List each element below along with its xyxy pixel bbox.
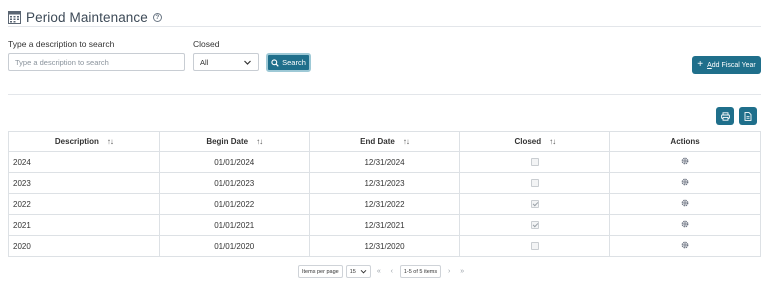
column-header-label: Begin Date — [206, 137, 249, 146]
cell-begin-date: 01/01/2023 — [158, 172, 310, 194]
plus-icon: + — [697, 59, 704, 70]
cell-closed — [459, 151, 611, 173]
cell-begin-date: 01/01/2024 — [158, 151, 310, 173]
closed-checkbox-checked — [530, 200, 539, 209]
column-header-closed[interactable]: Closed ↑↓ — [459, 131, 611, 152]
closed-checkbox — [530, 179, 539, 188]
column-header-label: Description — [54, 137, 99, 146]
print-icon — [720, 111, 730, 121]
cell-closed — [459, 235, 611, 257]
cell-actions — [609, 235, 761, 257]
closed-select[interactable]: All — [193, 53, 259, 71]
closed-checkbox — [530, 242, 539, 251]
export-icon — [744, 111, 752, 121]
page-header: Period Maintenance ? — [8, 7, 162, 27]
cell-description: 2024 — [8, 151, 160, 173]
column-header-description[interactable]: Description ↑↓ — [8, 131, 160, 152]
chevron-down-icon — [244, 60, 251, 65]
gear-icon[interactable] — [681, 157, 689, 165]
header-divider — [8, 26, 761, 27]
chevron-down-icon — [360, 269, 367, 274]
cell-actions — [609, 193, 761, 215]
prev-page-icon[interactable]: ‹ — [387, 265, 397, 278]
cell-end-date: 12/31/2022 — [308, 193, 461, 215]
cell-closed — [459, 193, 611, 215]
pager: Items per page 15 « ‹ 1-5 of 5 items › » — [298, 265, 467, 278]
table-row: 2022 01/01/2022 12/31/2022 — [8, 193, 761, 215]
column-header-begin-date[interactable]: Begin Date ↑↓ — [158, 131, 310, 152]
closed-checkbox-checked — [530, 221, 539, 230]
column-header-label: End Date — [360, 137, 395, 146]
periods-table: Description ↑↓ Begin Date ↑↓ End Date ↑↓ Cl… — [8, 131, 761, 257]
help-icon[interactable]: ? — [152, 12, 162, 22]
sort-icon[interactable]: ↑↓ — [107, 137, 114, 146]
search-input[interactable] — [8, 53, 185, 71]
items-per-page-value: 15 — [349, 268, 356, 275]
gear-icon[interactable] — [681, 220, 689, 228]
cell-description: 2022 — [8, 193, 160, 215]
table-row: 2020 01/01/2020 12/31/2020 — [8, 235, 761, 257]
page-title: Period Maintenance — [26, 9, 148, 25]
column-header-actions: Actions — [609, 131, 761, 152]
cell-description: 2021 — [8, 214, 160, 236]
closed-checkbox — [530, 158, 539, 167]
cell-end-date: 12/31/2023 — [308, 172, 461, 194]
cell-actions — [609, 151, 761, 173]
closed-label: Closed — [193, 39, 220, 49]
cell-end-date: 12/31/2021 — [308, 214, 461, 236]
table-row: 2024 01/01/2024 12/31/2024 — [8, 151, 761, 173]
cell-description: 2020 — [8, 235, 160, 257]
sort-icon[interactable]: ↑↓ — [256, 137, 263, 146]
items-per-page-label: Items per page — [298, 265, 343, 278]
calendar-icon — [8, 11, 21, 24]
last-page-icon[interactable]: » — [457, 265, 467, 278]
cell-begin-date: 01/01/2021 — [158, 214, 310, 236]
cell-end-date: 12/31/2020 — [308, 235, 461, 257]
filter-divider — [8, 94, 761, 95]
first-page-icon[interactable]: « — [374, 265, 384, 278]
gear-icon[interactable] — [681, 178, 689, 186]
cell-closed — [459, 172, 611, 194]
pager-range: 1-5 of 5 items — [399, 265, 442, 278]
items-per-page-select[interactable]: 15 — [345, 265, 371, 278]
cell-begin-date: 01/01/2020 — [158, 235, 310, 257]
cell-closed — [459, 214, 611, 236]
table-row: 2021 01/01/2021 12/31/2021 — [8, 214, 761, 236]
sort-icon[interactable]: ↑↓ — [549, 137, 556, 146]
column-header-label: Actions — [670, 137, 700, 146]
cell-actions — [609, 172, 761, 194]
search-button-label: Search — [282, 58, 306, 67]
search-label: Type a description to search — [8, 39, 115, 49]
export-button[interactable] — [739, 107, 757, 125]
sort-icon[interactable]: ↑↓ — [403, 137, 410, 146]
cell-actions — [609, 214, 761, 236]
print-button[interactable] — [716, 107, 734, 125]
column-header-label: Closed — [514, 137, 542, 146]
next-page-icon[interactable]: › — [444, 265, 454, 278]
gear-icon[interactable] — [681, 241, 689, 249]
closed-select-value: All — [200, 57, 209, 67]
table-header-row: Description ↑↓ Begin Date ↑↓ End Date ↑↓ Cl… — [8, 131, 761, 152]
add-fiscal-year-button[interactable]: + Add Fiscal Year — [692, 56, 761, 74]
column-header-end-date[interactable]: End Date ↑↓ — [308, 131, 461, 152]
add-fiscal-year-label: Add Fiscal Year — [707, 61, 756, 69]
gear-icon[interactable] — [681, 199, 689, 207]
search-button[interactable]: Search — [266, 53, 311, 72]
cell-end-date: 12/31/2024 — [308, 151, 461, 173]
search-icon — [271, 58, 279, 67]
table-row: 2023 01/01/2023 12/31/2023 — [8, 172, 761, 194]
cell-begin-date: 01/01/2022 — [158, 193, 310, 215]
cell-description: 2023 — [8, 172, 160, 194]
